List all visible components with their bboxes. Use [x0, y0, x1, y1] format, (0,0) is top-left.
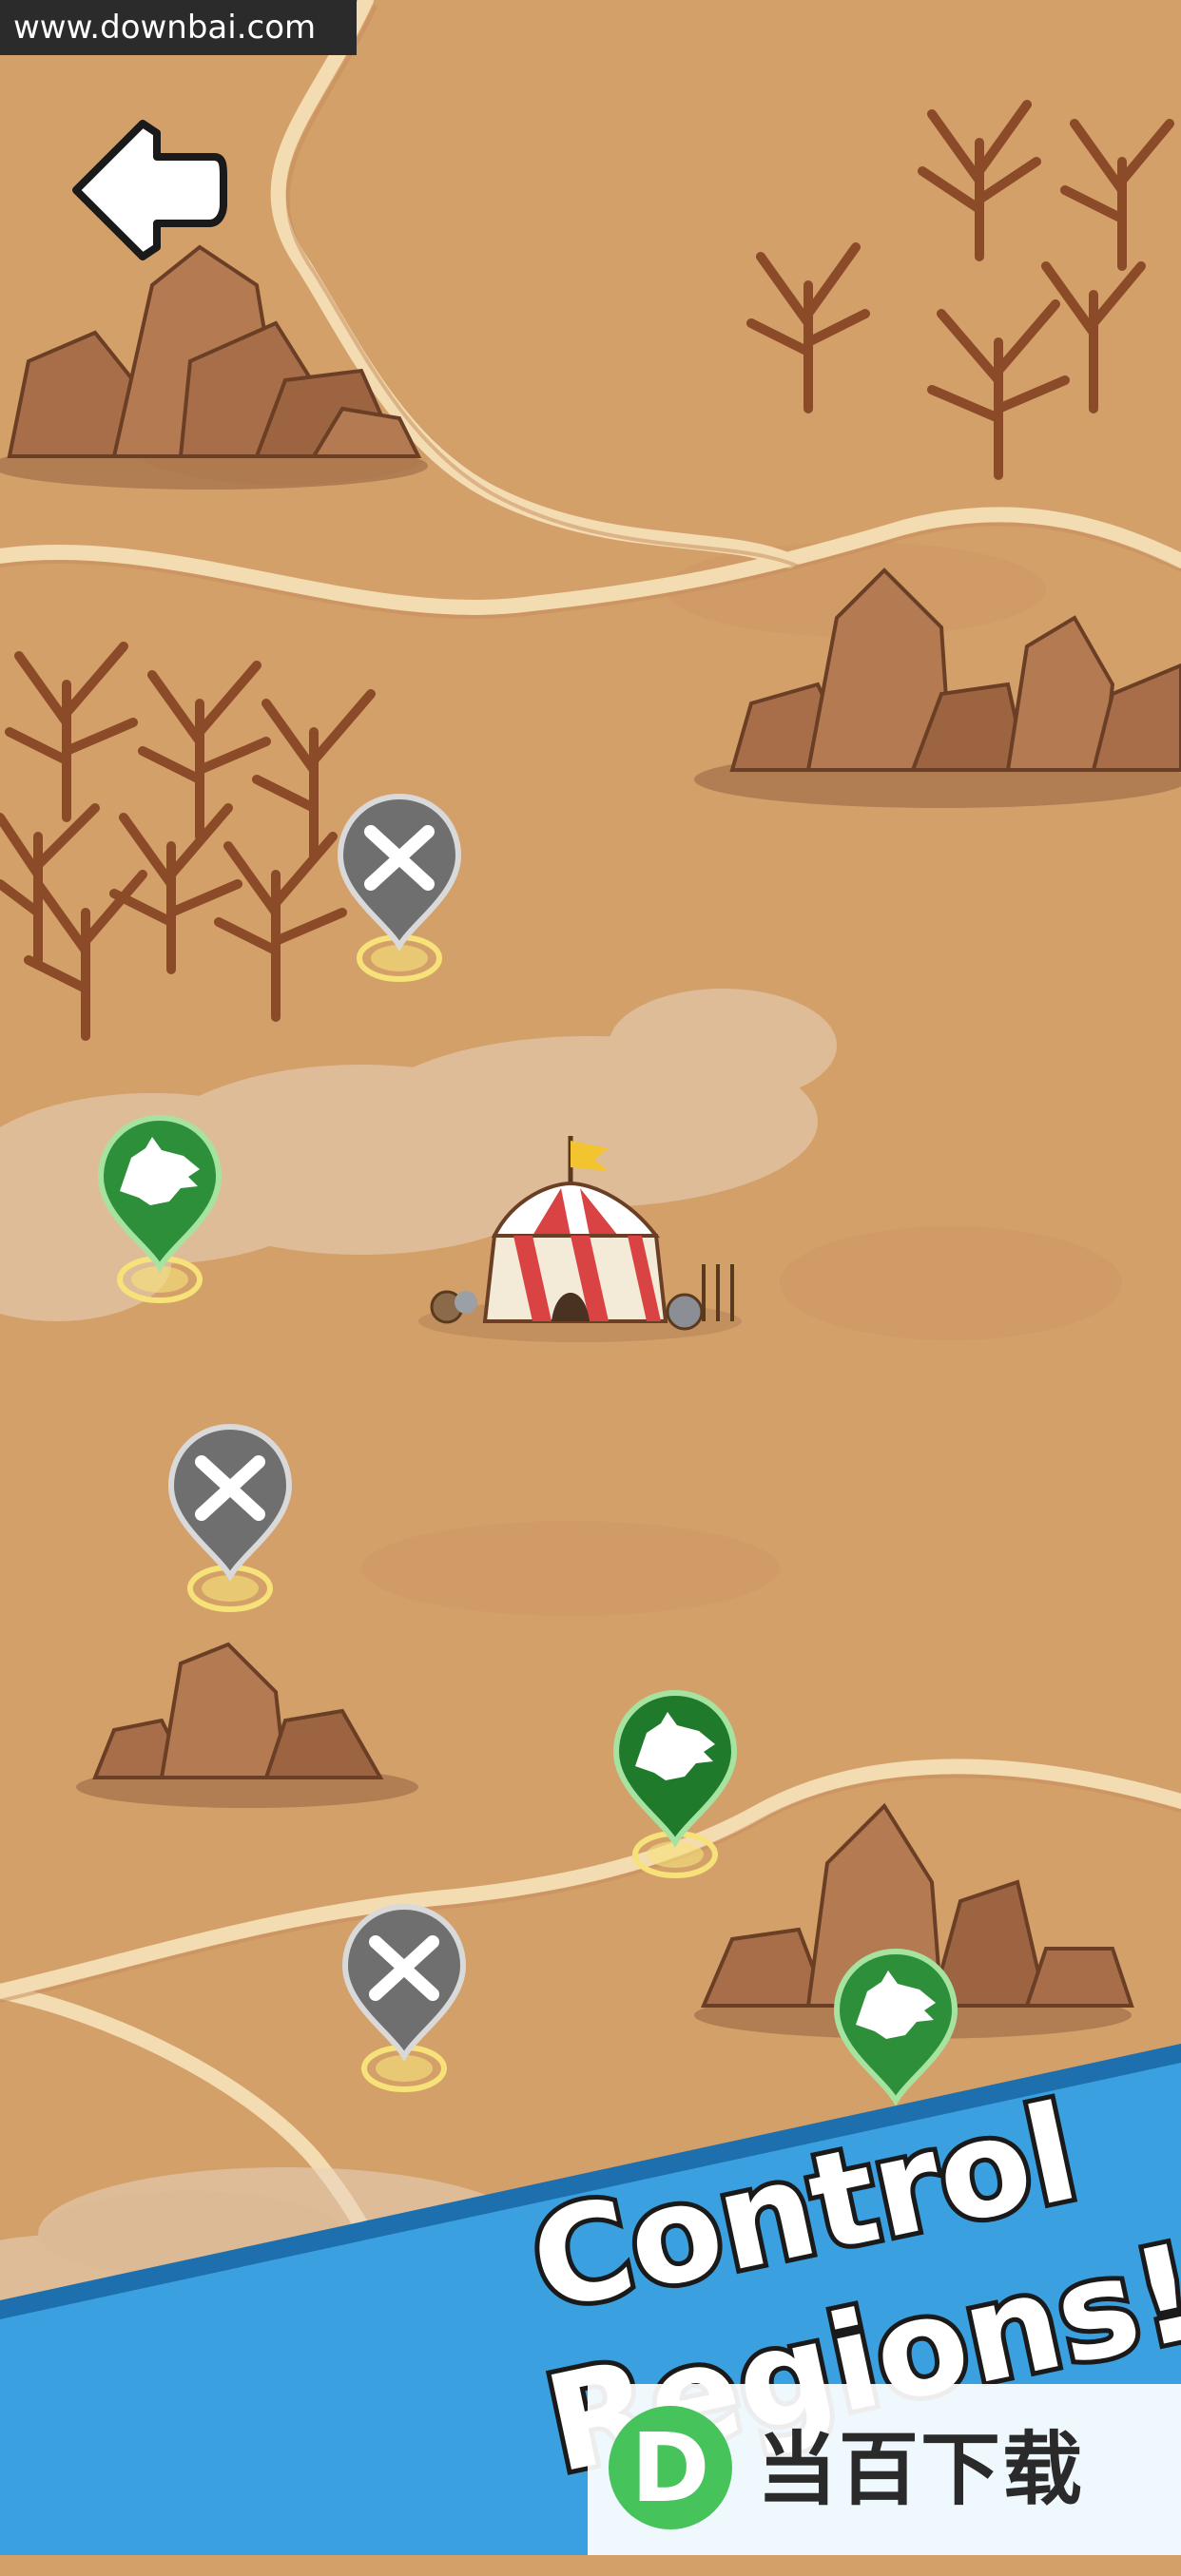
logo-letter: D	[630, 2413, 709, 2524]
watermark-brand: D 当百下载	[588, 2384, 1181, 2555]
brand-name: 当百下载	[757, 2423, 1085, 2516]
downbai-logo-icon: D	[609, 2406, 732, 2529]
game-map-screen: www.downbai.com Control Regions! D 当百下载	[0, 0, 1181, 2555]
